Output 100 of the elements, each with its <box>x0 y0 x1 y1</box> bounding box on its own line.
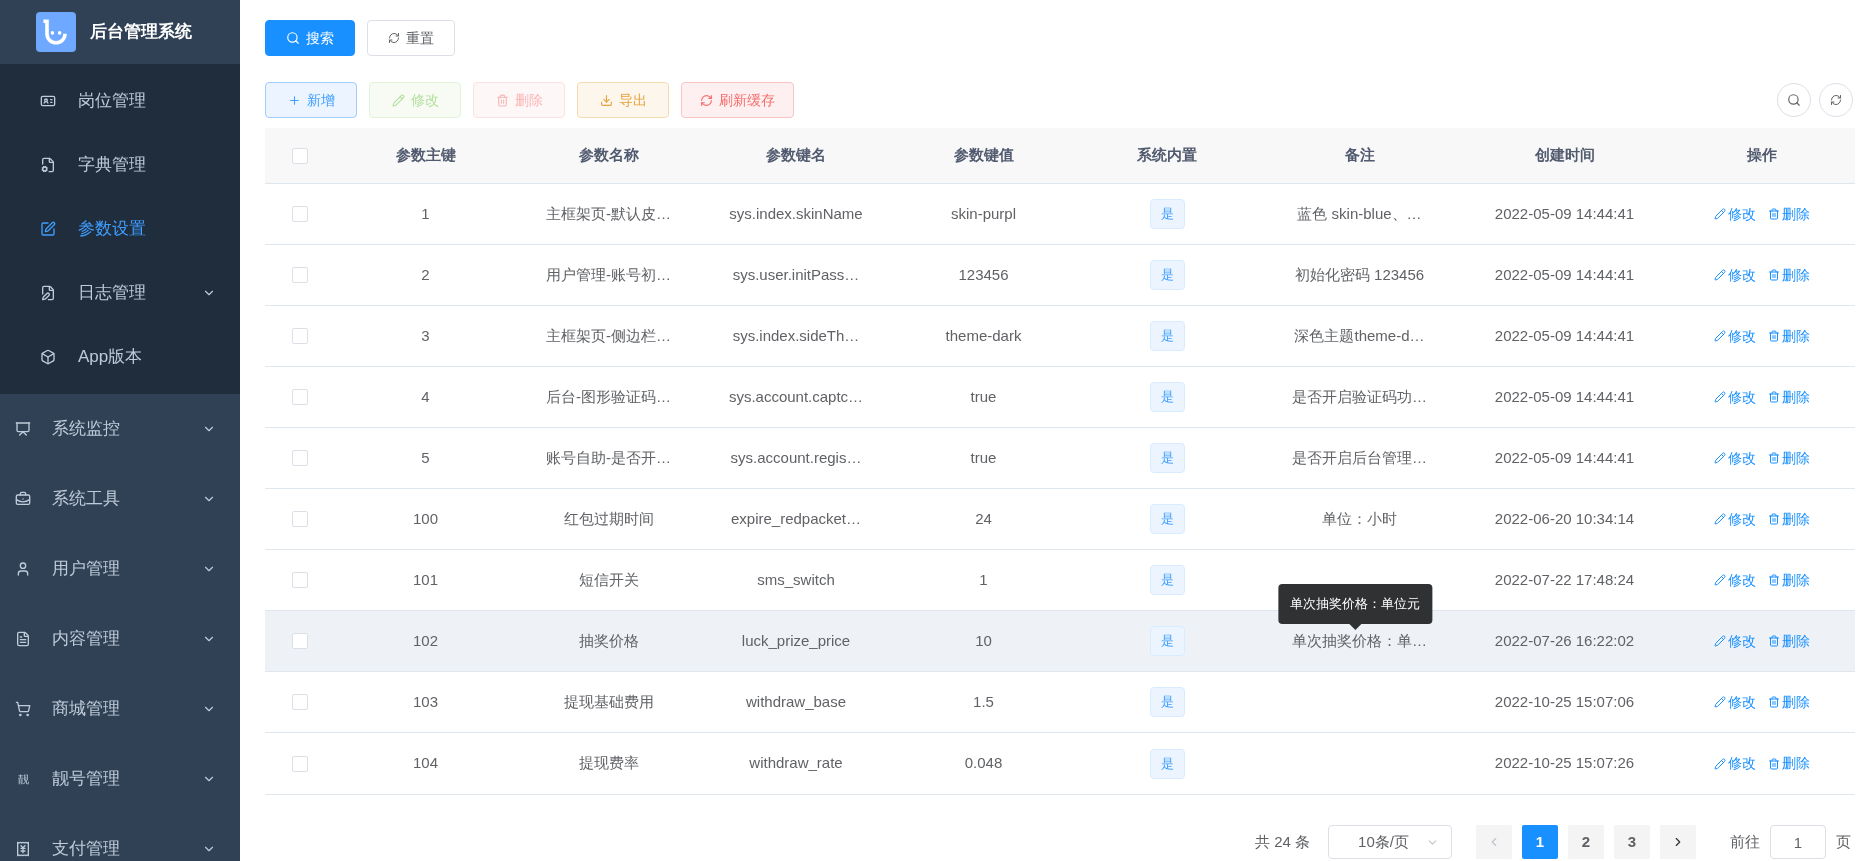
toolbar-button[interactable]: 新增 <box>265 82 357 118</box>
toolbar-button[interactable]: 导出 <box>577 82 669 118</box>
row-checkbox[interactable] <box>292 755 308 772</box>
app-title: 后台管理系统 <box>90 21 192 44</box>
edit-link[interactable]: 修改 <box>1713 569 1756 591</box>
delete-link[interactable]: 删除 <box>1767 447 1810 469</box>
table-cell-text: 是否开启验证码功… <box>1292 386 1427 407</box>
delete-link[interactable]: 删除 <box>1767 630 1810 652</box>
toolbar-button[interactable]: 刷新缓存 <box>681 82 794 118</box>
column-header: 创建时间 <box>1534 145 1595 166</box>
trash-icon <box>1767 391 1780 403</box>
reset-button[interactable]: 重置 <box>367 20 455 56</box>
trash-icon <box>1767 269 1780 281</box>
table-cell-text: 蓝色 skin-blue、… <box>1297 203 1422 224</box>
trash-icon <box>1767 635 1780 647</box>
submenu-item[interactable]: 字典管理 <box>0 133 240 197</box>
row-checkbox[interactable] <box>292 389 308 405</box>
download-icon <box>599 93 613 107</box>
sidebar-item[interactable]: 靓 靓号管理 <box>0 744 240 814</box>
row-checkbox[interactable] <box>292 694 308 710</box>
table-cell-text: 2022-07-26 16:22:02 <box>1494 630 1635 651</box>
row-checkbox[interactable] <box>292 267 308 283</box>
delete-link[interactable]: 删除 <box>1767 508 1810 530</box>
tag: 是 <box>1149 382 1185 412</box>
table-cell-text: 账号自助-是否开… <box>546 447 671 468</box>
table-cell-text: 2022-10-25 15:07:26 <box>1494 753 1635 774</box>
column-header: 备注 <box>1344 145 1375 166</box>
edit-link[interactable]: 修改 <box>1713 203 1756 225</box>
row-checkbox[interactable] <box>292 328 308 344</box>
row-checkbox[interactable] <box>292 572 308 588</box>
table-cell-text: 2022-05-09 14:44:41 <box>1494 447 1635 468</box>
trash-icon <box>1767 452 1780 464</box>
tooltip: 单次抽奖价格：单位元 <box>1277 584 1432 630</box>
table-cell-text: theme-dark <box>945 325 1022 346</box>
trash-icon <box>1767 330 1780 342</box>
sidebar-item[interactable]: 用户管理 <box>0 534 240 604</box>
edit-link[interactable]: 修改 <box>1713 508 1756 530</box>
table-cell-text: 2022-05-09 14:44:41 <box>1494 386 1635 407</box>
select-all-checkbox[interactable] <box>292 147 308 164</box>
table-cell-text: 1.5 <box>973 691 994 712</box>
column-header: 参数键名 <box>766 145 826 166</box>
edit-link[interactable]: 修改 <box>1713 691 1756 713</box>
goto-page-field[interactable]: 1 <box>1770 825 1826 859</box>
delete-link[interactable]: 删除 <box>1767 691 1810 713</box>
table-cell-text: 24 <box>975 508 992 529</box>
edit-link[interactable]: 修改 <box>1713 386 1756 408</box>
column-header: 参数键值 <box>953 145 1014 166</box>
edit-link[interactable]: 修改 <box>1713 630 1756 652</box>
document-gear-icon <box>40 157 56 173</box>
table-cell-text: 2022-05-09 14:44:41 <box>1494 264 1635 285</box>
document-pen-icon <box>40 285 56 301</box>
page-button[interactable]: 1 <box>1522 825 1558 859</box>
edit-link[interactable]: 修改 <box>1713 753 1756 774</box>
page-size-select[interactable]: 10条/页 <box>1328 825 1452 859</box>
table-cell-text: sys.index.sideTh… <box>732 325 860 346</box>
tag: 是 <box>1149 626 1185 656</box>
tag: 是 <box>1149 260 1185 290</box>
edit-link[interactable]: 修改 <box>1713 447 1756 469</box>
submenu-item[interactable]: 参数设置 <box>0 197 240 261</box>
row-checkbox[interactable] <box>292 511 308 527</box>
submenu-item[interactable]: 日志管理 <box>0 261 240 325</box>
sidebar-item[interactable]: 系统监控 <box>0 394 240 464</box>
trash-icon <box>495 93 509 107</box>
delete-link[interactable]: 删除 <box>1767 203 1810 225</box>
page-button[interactable]: 3 <box>1614 825 1650 859</box>
delete-link[interactable]: 删除 <box>1767 325 1810 347</box>
table-cell-text: 100 <box>413 508 438 529</box>
sidebar-item[interactable]: 支付管理 <box>0 814 240 861</box>
sidebar-item[interactable]: 系统工具 <box>0 464 240 534</box>
submenu-item[interactable]: App版本 <box>0 325 240 389</box>
refresh-icon <box>1830 94 1842 106</box>
delete-link[interactable]: 删除 <box>1767 753 1810 774</box>
logo-icon <box>36 12 76 52</box>
table-cell-text: 单位：小时 <box>1322 508 1397 529</box>
table-cell-text: 深色主题theme-d… <box>1294 325 1425 346</box>
search-icon <box>286 31 300 45</box>
page-button[interactable]: 2 <box>1568 825 1604 859</box>
sidebar-item[interactable]: 内容管理 <box>0 604 240 674</box>
tag: 是 <box>1149 504 1185 534</box>
delete-link[interactable]: 删除 <box>1767 569 1810 591</box>
delete-link[interactable]: 删除 <box>1767 264 1810 286</box>
edit-link[interactable]: 修改 <box>1713 325 1756 347</box>
edit-link[interactable]: 修改 <box>1713 264 1756 286</box>
table-cell-text: luck_prize_price <box>741 630 851 651</box>
refresh-icon <box>700 93 713 107</box>
sidebar-item[interactable]: 商城管理 <box>0 674 240 744</box>
pencil-icon <box>391 93 405 107</box>
tag: 是 <box>1149 687 1185 717</box>
row-checkbox[interactable] <box>292 633 308 649</box>
table-cell-text: 初始化密码 123456 <box>1294 264 1425 285</box>
submenu-item[interactable]: 岗位管理 <box>0 69 240 133</box>
delete-link[interactable]: 删除 <box>1767 386 1810 408</box>
next-page-button[interactable] <box>1660 825 1696 859</box>
row-checkbox[interactable] <box>292 206 308 222</box>
trash-icon <box>1767 513 1780 525</box>
row-checkbox[interactable] <box>292 450 308 466</box>
search-button[interactable]: 搜索 <box>265 20 355 56</box>
refresh-icon <box>388 32 400 44</box>
pencil-icon <box>1713 635 1726 647</box>
table-cell-text: 0.048 <box>964 753 1003 774</box>
